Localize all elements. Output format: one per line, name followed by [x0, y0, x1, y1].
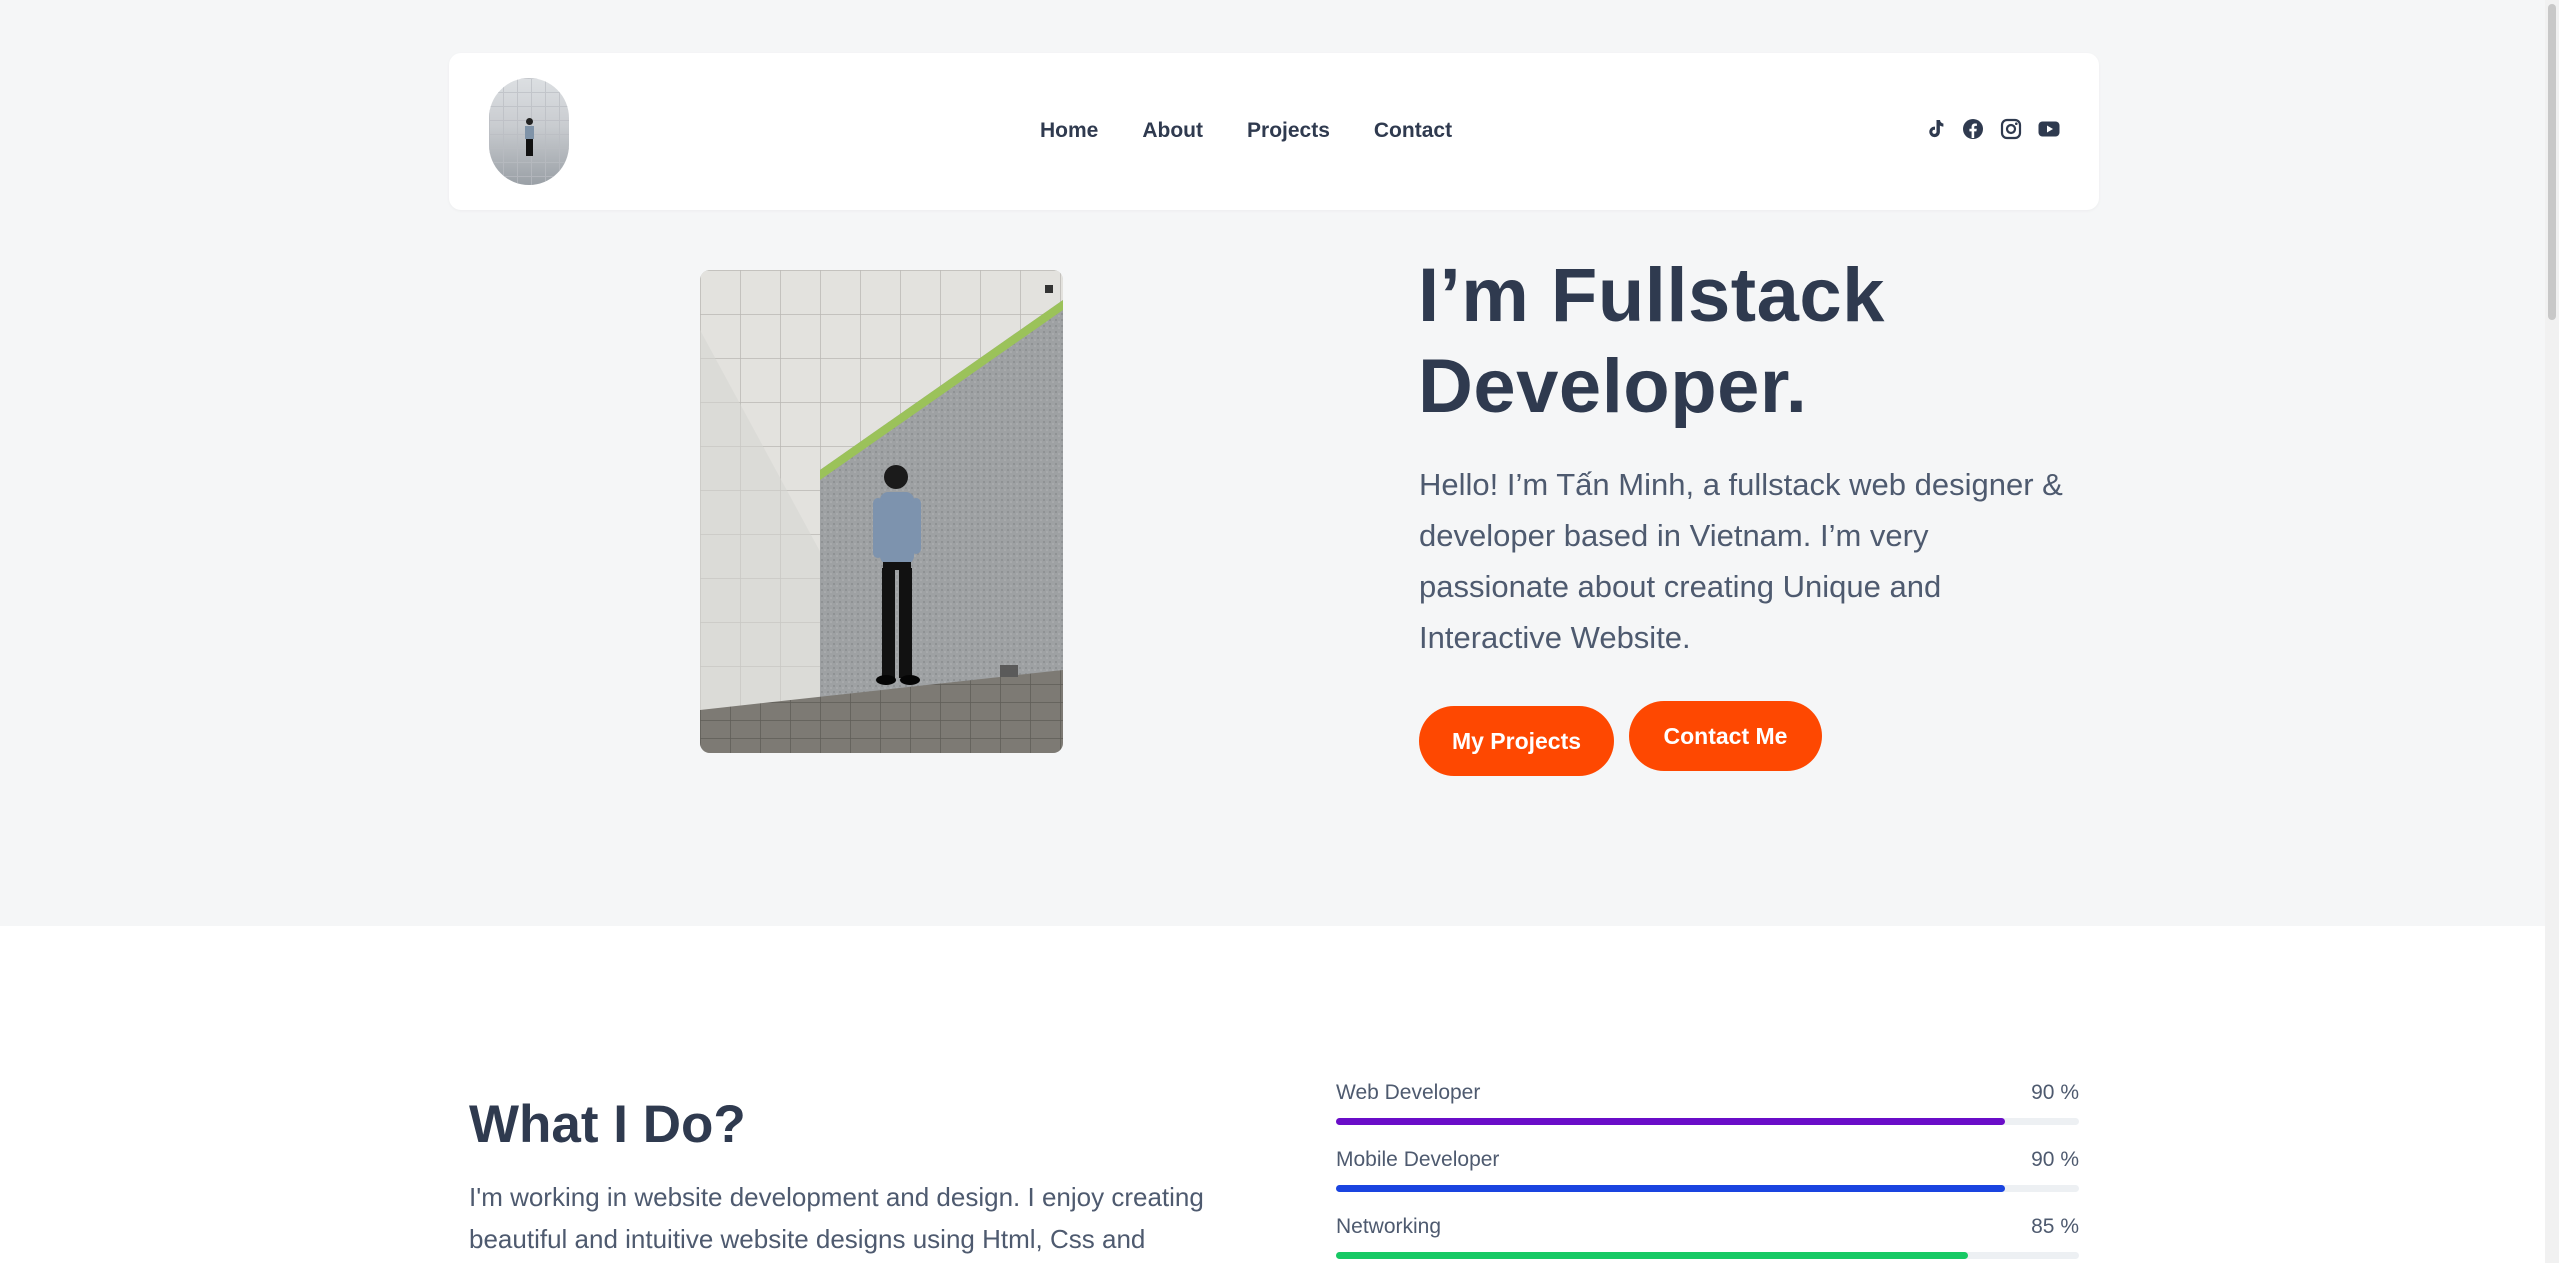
skill-percent: 90 % [2031, 1081, 2079, 1104]
contact-me-button[interactable]: Contact Me [1629, 701, 1822, 771]
main-nav: Home About Projects Contact [1040, 118, 1452, 144]
skill-networking: Networking 85 % [1336, 1214, 2079, 1259]
profile-photo [700, 270, 1063, 753]
social-links [1923, 117, 2061, 141]
scrollbar-thumb[interactable] [2548, 4, 2556, 320]
logo-avatar[interactable] [489, 78, 569, 185]
instagram-icon[interactable] [1999, 117, 2023, 141]
tiktok-icon[interactable] [1923, 117, 1947, 141]
skill-percent: 90 % [2031, 1148, 2079, 1171]
skill-mobile-developer: Mobile Developer 90 % [1336, 1147, 2079, 1192]
nav-about[interactable]: About [1142, 118, 1203, 144]
youtube-icon[interactable] [2037, 117, 2061, 141]
nav-projects[interactable]: Projects [1247, 118, 1330, 144]
my-projects-button[interactable]: My Projects [1419, 706, 1614, 776]
what-i-do-section: What I Do? I'm working in website develo… [0, 926, 2545, 1263]
hero-title-line2: Developer. [1418, 344, 1808, 429]
skill-progress-fill [1336, 1252, 1968, 1259]
skill-name: Mobile Developer [1336, 1148, 1500, 1171]
skill-progress-track [1336, 1252, 2079, 1259]
skill-percent: 85 % [2031, 1215, 2079, 1238]
what-i-do-title: What I Do? [469, 1095, 746, 1154]
nav-home[interactable]: Home [1040, 118, 1098, 144]
vertical-scrollbar[interactable] [2545, 0, 2559, 1263]
nav-contact[interactable]: Contact [1374, 118, 1452, 144]
skill-web-developer: Web Developer 90 % [1336, 1080, 2079, 1125]
facebook-icon[interactable] [1961, 117, 1985, 141]
skill-progress-fill [1336, 1185, 2005, 1192]
hero-title-line1: I’m Fullstack [1418, 253, 1885, 338]
skill-name: Networking [1336, 1215, 1442, 1238]
hero-title: I’m Fullstack Developer. [1418, 250, 2118, 432]
skill-progress-fill [1336, 1118, 2005, 1125]
skill-progress-track [1336, 1185, 2079, 1192]
what-i-do-text: I'm working in website development and d… [469, 1182, 1204, 1254]
site-header: Home About Projects Contact [449, 53, 2099, 210]
profile-photo-image [700, 270, 1063, 753]
skill-progress-track [1336, 1118, 2079, 1125]
page: Home About Projects Contact I’m Fullstac… [0, 0, 2545, 1263]
skill-name: Web Developer [1336, 1081, 1481, 1104]
logo-person [525, 118, 535, 158]
hero-description: Hello! I’m Tấn Minh, a fullstack web des… [1419, 467, 2063, 655]
